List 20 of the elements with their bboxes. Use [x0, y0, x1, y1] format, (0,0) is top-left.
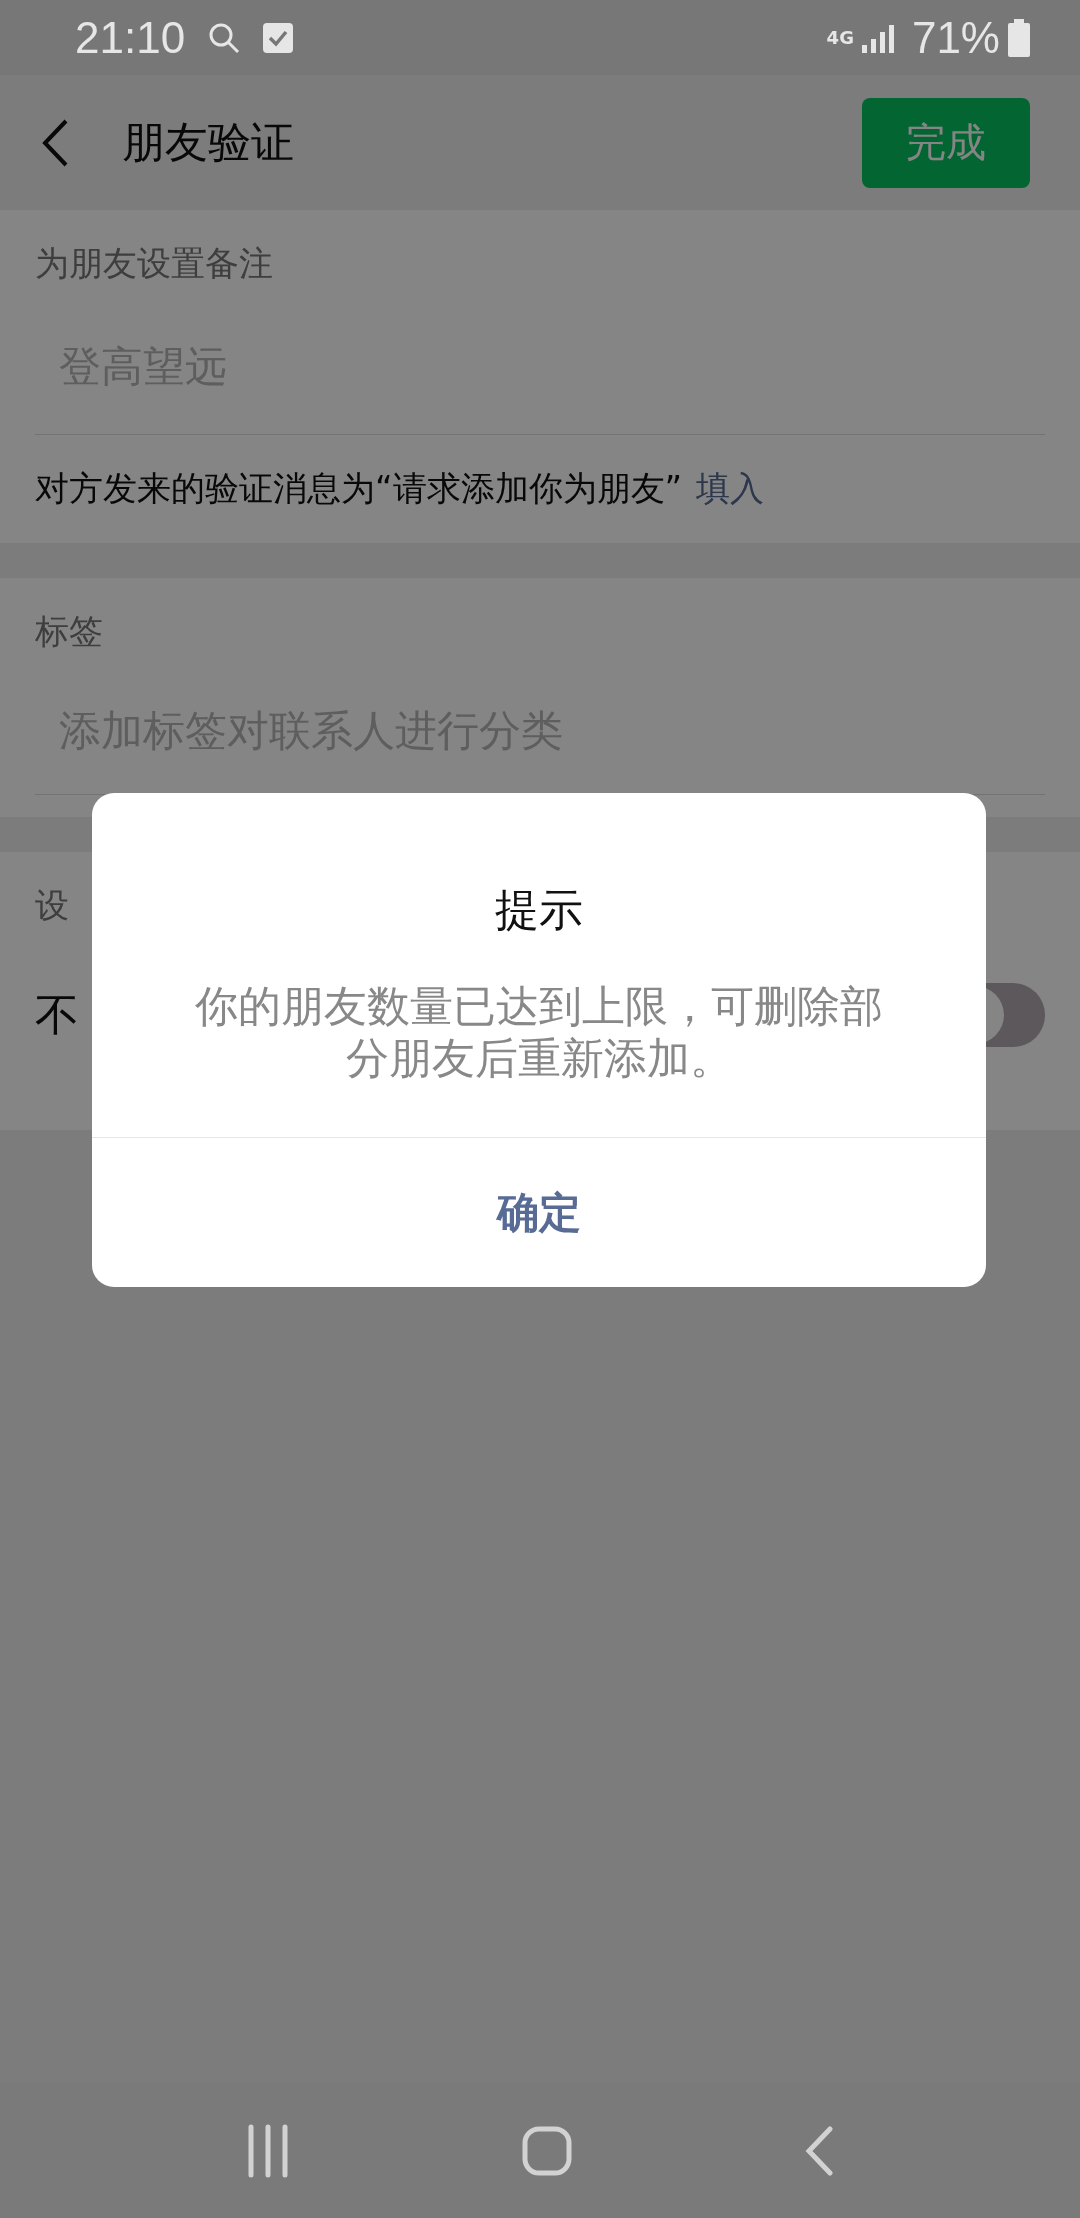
- recent-apps-icon[interactable]: [246, 2122, 290, 2179]
- page-title: 朋友验证: [122, 115, 294, 169]
- clock-time: 21:10: [75, 12, 186, 63]
- section-label: 标签: [35, 610, 103, 653]
- confirm-button[interactable]: 确定: [92, 1137, 986, 1287]
- battery-percent: 71%: [911, 12, 1000, 63]
- fill-in-link[interactable]: 填入: [696, 466, 765, 512]
- network-label: 4G: [826, 27, 854, 48]
- dialog-message: 你的朋友数量已达到上限，可删除部分朋友后重新添加。: [194, 980, 884, 1085]
- back-icon[interactable]: [804, 2125, 834, 2176]
- home-icon[interactable]: [522, 2125, 572, 2176]
- checkbox-icon: [263, 22, 294, 53]
- setting-label: 不: [35, 987, 79, 1042]
- done-button[interactable]: 完成: [862, 97, 1030, 188]
- dialog-title: 提示: [495, 883, 583, 937]
- section-label: 设: [35, 884, 69, 927]
- battery-icon: [1008, 18, 1030, 57]
- verification-message: 对方发来的验证消息为“请求添加你为朋友”: [35, 467, 683, 510]
- back-icon: [40, 117, 70, 168]
- section-label: 为朋友设置备注: [35, 242, 273, 285]
